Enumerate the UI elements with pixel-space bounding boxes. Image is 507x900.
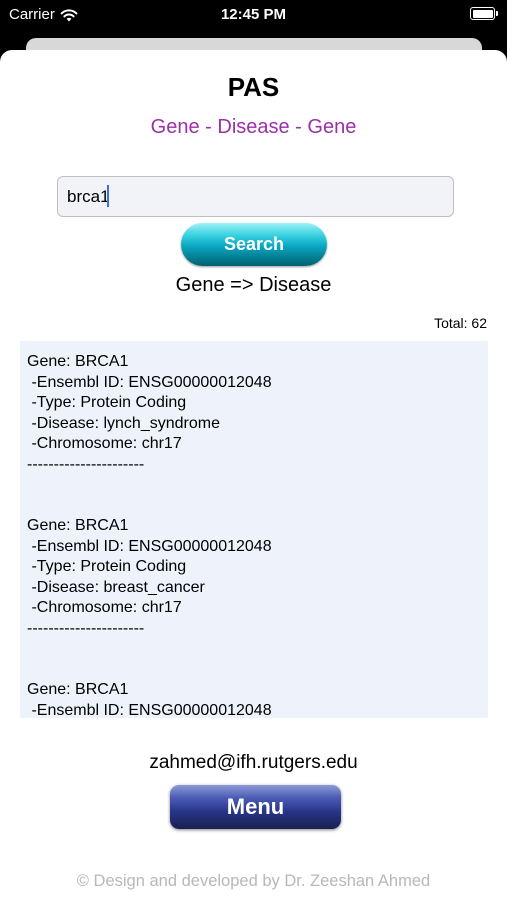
result-record: Gene: BRCA1 -Ensembl ID: ENSG00000012048 — [27, 680, 481, 718]
record-disease: -Disease: breast_cancer — [27, 578, 205, 596]
record-type: -Type: Protein Coding — [27, 394, 187, 411]
contact-email: zahmed@ifh.rutgers.edu — [149, 752, 358, 773]
search-input[interactable] — [57, 176, 454, 217]
record-gene: Gene: BRCA1 — [27, 353, 129, 370]
record-ensembl-id: -Ensembl ID: ENSG00000012048 — [27, 537, 272, 555]
footer-credit: © Design and developed by Dr. Zeeshan Ah… — [76, 872, 431, 890]
record-type: -Type: Protein Coding — [27, 558, 187, 575]
record-ensembl-id: -Ensembl ID: ENSG00000012048 — [27, 373, 272, 391]
status-bar: Carrier 12:45 PM — [0, 0, 507, 32]
record-separator: ---------------------- — [27, 619, 145, 637]
record-ensembl-id: -Ensembl ID: ENSG00000012048 — [27, 701, 272, 719]
record-separator: ---------------------- — [27, 455, 145, 473]
menu-button[interactable]: Menu — [170, 785, 341, 829]
record-disease: -Disease: lynch_syndrome — [27, 414, 220, 432]
record-chromosome: -Chromosome: chr17 — [27, 599, 182, 616]
total-count: Total: 62 — [434, 315, 487, 331]
record-gene: Gene: BRCA1 — [27, 681, 129, 698]
record-gene: Gene: BRCA1 — [27, 517, 129, 534]
results-text-view[interactable]: Gene: BRCA1 -Ensembl ID: ENSG00000012048… — [20, 341, 488, 718]
record-chromosome: -Chromosome: chr17 — [27, 435, 182, 452]
result-record: Gene: BRCA1 -Ensembl ID: ENSG00000012048… — [27, 516, 481, 639]
app-title: PAS — [227, 72, 280, 102]
search-button[interactable]: Search — [181, 223, 327, 266]
result-record: Gene: BRCA1 -Ensembl ID: ENSG00000012048… — [27, 352, 481, 475]
status-time: 12:45 PM — [220, 6, 287, 23]
modal-sheet: PAS Gene - Disease - Gene Search Gene =>… — [0, 50, 507, 900]
battery-icon — [470, 7, 498, 20]
battery-fill — [472, 9, 493, 18]
mode-label: Gene => Disease — [175, 274, 332, 296]
app-subtitle: Gene - Disease - Gene — [150, 116, 357, 138]
text-cursor — [107, 185, 109, 207]
